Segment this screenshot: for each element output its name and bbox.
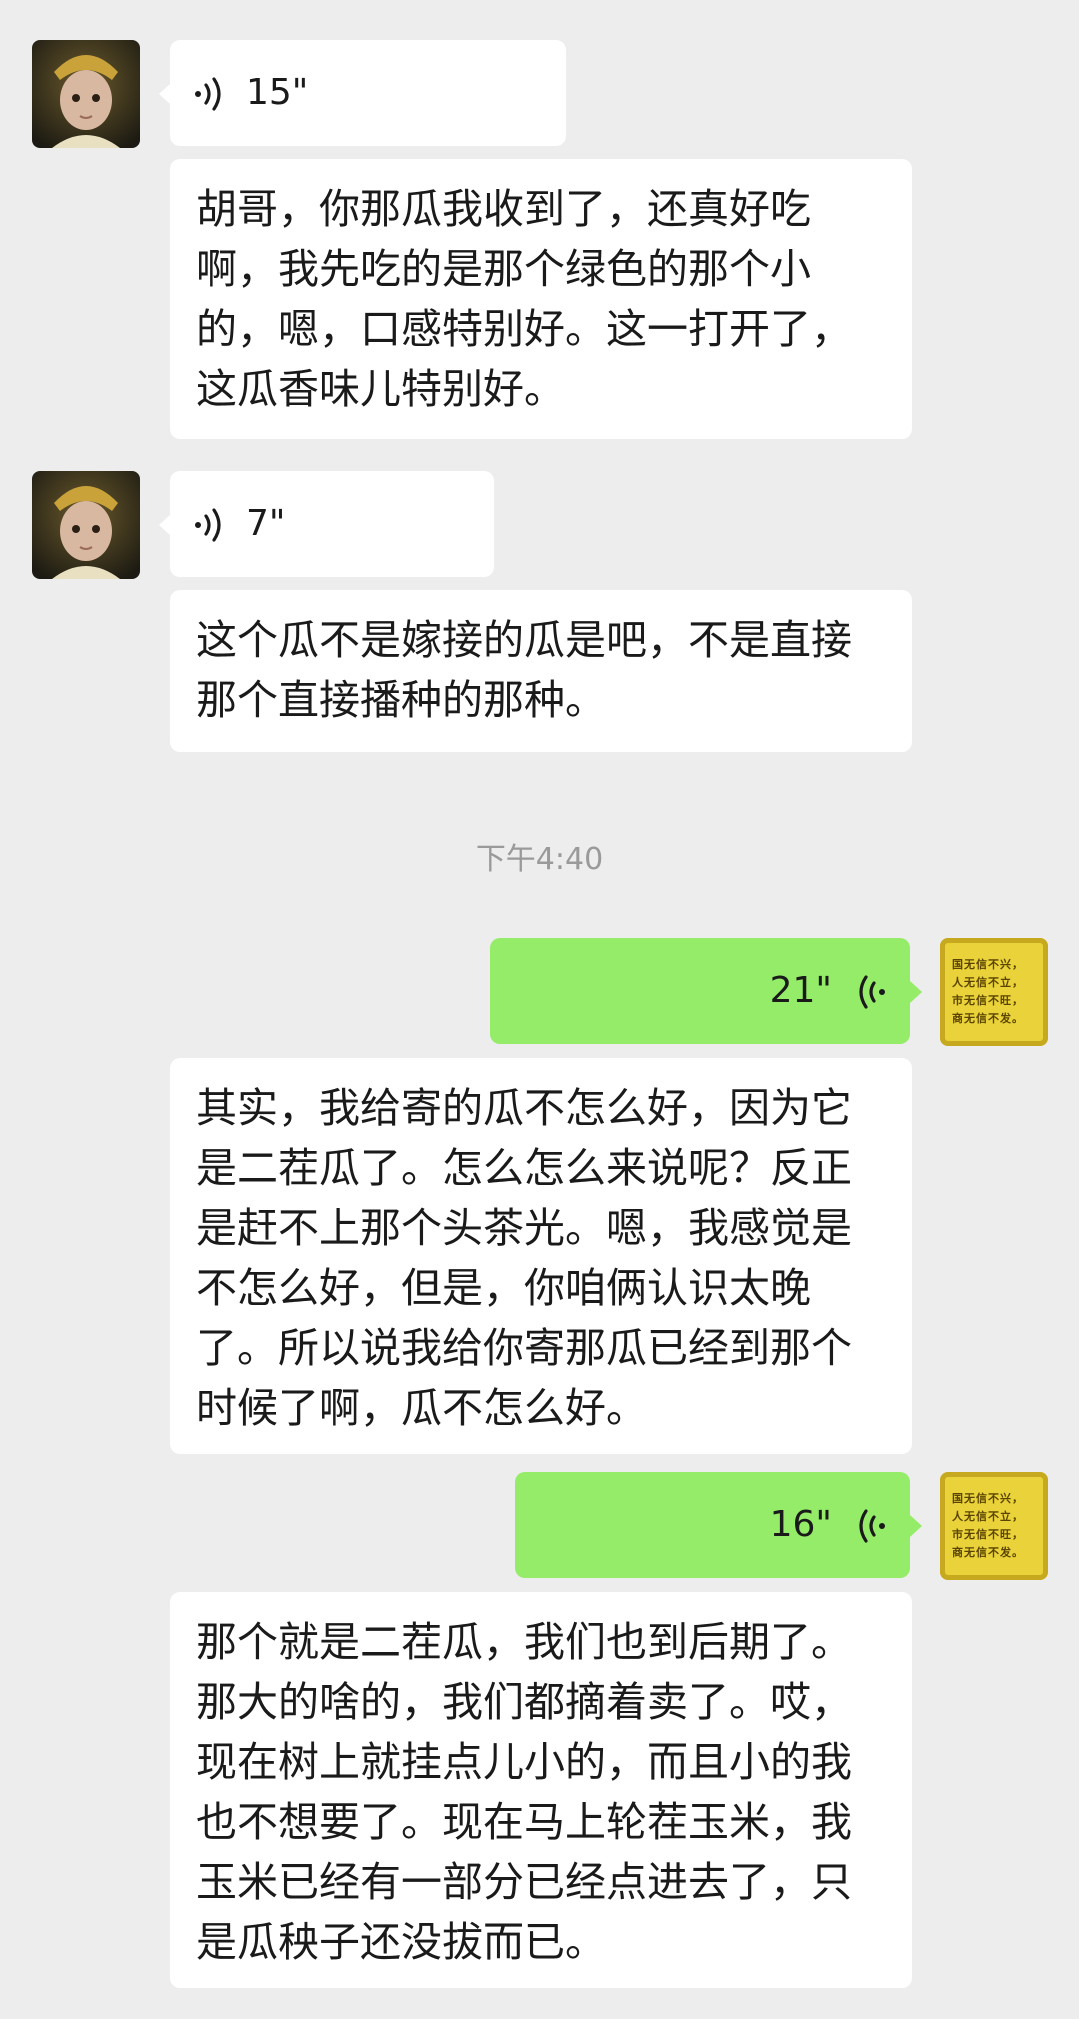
voice-message-outgoing[interactable]: 16" (515, 1472, 910, 1578)
transcript-text: 这个瓜不是嫁接的瓜是吧，不是直接那个直接播种的那种。 (196, 616, 852, 724)
voice-wave-icon (195, 77, 221, 111)
avatar-text-line: 商无信不发。 (952, 1546, 1024, 1559)
transcript-text: 那个就是二茬瓜，我们也到后期了。那大的啥的，我们都摘着卖了。哎，现在树上就挂点儿… (196, 1618, 852, 1966)
avatar-text-line: 市无信不旺， (952, 1528, 1024, 1541)
contact-avatar[interactable] (32, 40, 140, 148)
voice-transcript: 胡哥，你那瓜我收到了，还真好吃啊，我先吃的是那个绿色的那个小的，嗯，口感特别好。… (170, 159, 912, 439)
voice-duration: 16" (769, 1504, 832, 1545)
voice-duration: 7" (246, 503, 286, 544)
voice-wave-icon (195, 508, 221, 542)
avatar-text-line: 人无信不立， (952, 976, 1024, 989)
voice-transcript: 那个就是二茬瓜，我们也到后期了。那大的啥的，我们都摘着卖了。哎，现在树上就挂点儿… (170, 1592, 912, 1988)
voice-duration: 21" (769, 970, 832, 1011)
transcript-text: 胡哥，你那瓜我收到了，还真好吃啊，我先吃的是那个绿色的那个小的，嗯，口感特别好。… (196, 185, 852, 413)
bubble-tail (910, 1515, 922, 1537)
avatar-text-line: 人无信不立， (952, 1510, 1024, 1523)
bubble-tail (910, 981, 922, 1003)
self-avatar[interactable]: 国无信不兴， 人无信不立， 市无信不旺， 商无信不发。 (940, 938, 1048, 1046)
transcript-text: 其实，我给寄的瓜不怎么好，因为它是二茬瓜了。怎么怎么来说呢？反正是赶不上那个头茶… (196, 1084, 852, 1432)
self-avatar[interactable]: 国无信不兴， 人无信不立， 市无信不旺， 商无信不发。 (940, 1472, 1048, 1580)
voice-message-outgoing[interactable]: 21" (490, 938, 910, 1044)
voice-duration: 15" (246, 72, 309, 113)
timestamp: 下午4:40 (475, 842, 604, 877)
voice-message-incoming[interactable]: 7" (170, 471, 494, 577)
avatar-text-line: 商无信不发。 (952, 1012, 1024, 1025)
contact-avatar[interactable] (32, 471, 140, 579)
avatar-text-line: 市无信不旺， (952, 994, 1024, 1007)
avatar-text-line: 国无信不兴， (952, 958, 1024, 971)
voice-message-incoming[interactable]: 15" (170, 40, 566, 146)
voice-wave-icon (859, 975, 885, 1009)
voice-transcript: 其实，我给寄的瓜不怎么好，因为它是二茬瓜了。怎么怎么来说呢？反正是赶不上那个头茶… (170, 1058, 912, 1454)
avatar-text-line: 国无信不兴， (952, 1492, 1024, 1505)
voice-wave-icon (859, 1509, 885, 1543)
voice-transcript: 这个瓜不是嫁接的瓜是吧，不是直接那个直接播种的那种。 (170, 590, 912, 752)
